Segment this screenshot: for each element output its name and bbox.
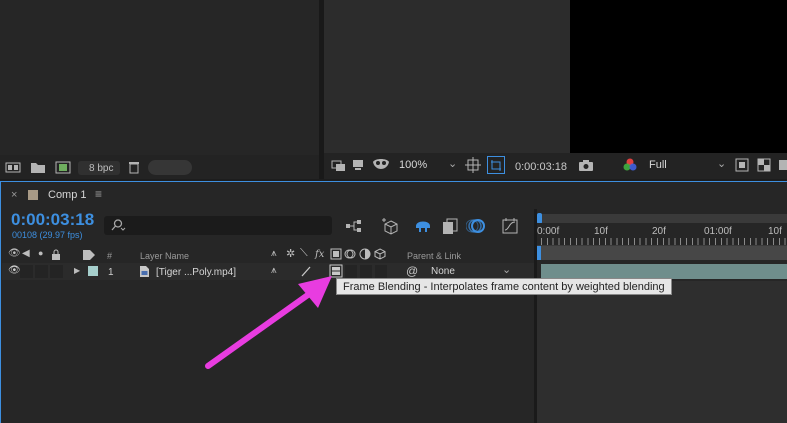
zoom-value: 100% bbox=[399, 159, 428, 171]
lock-toggle[interactable] bbox=[50, 265, 63, 278]
layout-icon[interactable] bbox=[351, 158, 365, 172]
solo-column-icon: ● bbox=[38, 248, 44, 258]
frame-blending-header-icon bbox=[330, 248, 342, 260]
resolution-value: Full bbox=[649, 159, 667, 171]
layer-name-header[interactable]: Layer Name bbox=[140, 251, 189, 261]
layer-duration-bar[interactable] bbox=[541, 264, 787, 279]
view-options-icon[interactable] bbox=[778, 158, 787, 172]
lock-icon bbox=[51, 249, 61, 260]
work-area-bar[interactable] bbox=[537, 246, 787, 260]
ruler-tick-2: 20f bbox=[652, 226, 666, 237]
adjustment-layer-switch[interactable] bbox=[360, 265, 372, 278]
video-visibility-eye-icon[interactable]: 👁 bbox=[8, 265, 21, 276]
camera-icon[interactable] bbox=[578, 158, 594, 172]
thumbnail-slider[interactable] bbox=[148, 160, 192, 175]
timeline-search-field[interactable] bbox=[104, 216, 332, 235]
adjustment-layer-header-icon bbox=[359, 248, 371, 260]
chevron-down-icon: ⌄ bbox=[717, 158, 727, 170]
close-tab-icon[interactable]: × bbox=[11, 189, 17, 201]
label-icon bbox=[82, 249, 96, 261]
always-preview-icon[interactable] bbox=[331, 158, 347, 172]
viewer-canvas bbox=[570, 0, 787, 153]
video-column-eye-icon: 👁 bbox=[8, 248, 21, 259]
parent-link-header[interactable]: Parent & Link bbox=[407, 251, 461, 261]
chevron-down-icon: ⌄ bbox=[502, 264, 512, 276]
motion-blur-header-icon bbox=[344, 248, 356, 260]
audio-toggle[interactable] bbox=[20, 265, 33, 278]
solo-toggle[interactable] bbox=[35, 265, 48, 278]
interpret-footage-icon[interactable] bbox=[5, 160, 21, 174]
draft-3d-icon[interactable] bbox=[381, 216, 401, 236]
frame-blending-toggle-icon[interactable] bbox=[441, 217, 459, 235]
mask-visibility-icon[interactable] bbox=[372, 157, 390, 171]
layer-number-header: # bbox=[107, 251, 113, 261]
layer-label-color[interactable] bbox=[88, 266, 98, 276]
3d-layer-switch[interactable] bbox=[375, 265, 387, 278]
tab-menu-icon[interactable]: ≡ bbox=[95, 187, 102, 201]
color-channels-icon[interactable] bbox=[622, 157, 638, 173]
footage-file-icon bbox=[139, 265, 150, 278]
current-time-indicator[interactable] bbox=[537, 246, 541, 260]
shy-switch-header-icon: ⩚ bbox=[271, 248, 277, 259]
time-graph-area bbox=[537, 281, 787, 423]
shy-layers-icon[interactable] bbox=[414, 217, 432, 233]
3d-layer-header-icon bbox=[374, 248, 386, 260]
tooltip: Frame Blending - Interpolates frame cont… bbox=[336, 278, 672, 295]
ruler-tick-4: 10f bbox=[768, 226, 782, 237]
project-panel bbox=[0, 0, 319, 179]
parent-value: None bbox=[431, 266, 455, 277]
quality-switch-header-icon: ⟍ bbox=[300, 247, 308, 259]
collapse-switch-header-icon: ✲ bbox=[286, 248, 296, 260]
bpc-label: 8 bpc bbox=[89, 163, 114, 174]
checkerboard-icon[interactable] bbox=[757, 158, 771, 172]
transparency-grid-icon[interactable] bbox=[487, 156, 505, 174]
safe-zones-icon[interactable] bbox=[465, 157, 481, 173]
timeline-tab-title[interactable]: Comp 1 bbox=[48, 189, 87, 201]
layer-number: 1 bbox=[108, 267, 114, 278]
ruler-tick-marks bbox=[541, 238, 787, 245]
ruler-tick-1: 10f bbox=[594, 226, 608, 237]
motion-blur-toggle-icon[interactable] bbox=[466, 216, 486, 236]
parent-pickwhip-icon[interactable]: @ bbox=[406, 264, 418, 278]
viewer-timecode[interactable]: 0:00:03:18 bbox=[515, 161, 567, 173]
flowchart-icon[interactable] bbox=[345, 218, 363, 234]
annotation-arrow bbox=[205, 276, 332, 369]
search-icon bbox=[110, 218, 126, 232]
chevron-down-icon: ⌄ bbox=[448, 158, 458, 170]
folder-icon[interactable] bbox=[30, 160, 46, 174]
frame-rate-info: 00108 (29.97 fps) bbox=[12, 230, 83, 240]
graph-editor-icon[interactable] bbox=[500, 216, 520, 236]
expand-layer-icon[interactable]: ▶ bbox=[74, 266, 80, 275]
new-composition-icon[interactable] bbox=[55, 160, 71, 174]
audio-column-icon: ◀ bbox=[22, 248, 30, 259]
tooltip-text: Frame Blending - Interpolates frame cont… bbox=[343, 280, 665, 293]
fx-icon: fx bbox=[315, 249, 325, 260]
ruler-tick-0: 0:00f bbox=[537, 226, 560, 237]
region-of-interest-icon[interactable] bbox=[735, 158, 749, 172]
ruler-tick-3: 01:00f bbox=[704, 226, 732, 237]
time-navigator[interactable] bbox=[537, 214, 787, 223]
trash-icon[interactable] bbox=[127, 160, 141, 174]
current-time-display[interactable]: 0:00:03:18 bbox=[11, 210, 94, 230]
comp-label-color-icon bbox=[28, 190, 38, 200]
